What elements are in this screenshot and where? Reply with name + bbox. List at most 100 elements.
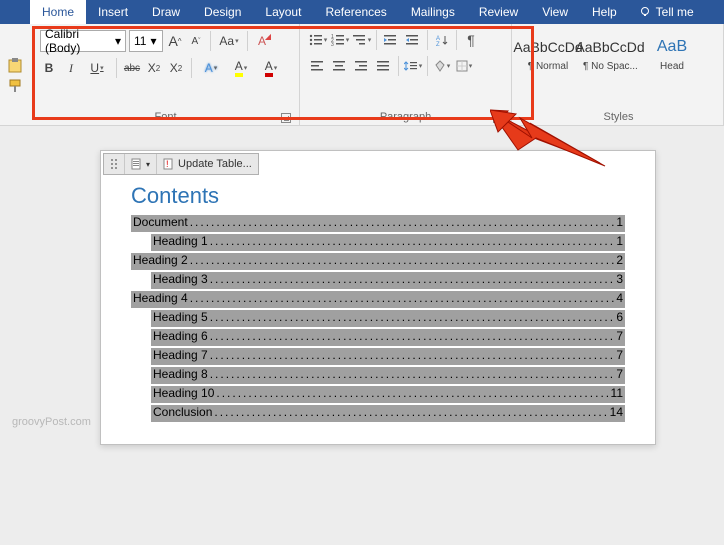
toc-entry-page: 7 <box>616 348 623 362</box>
toc-entry-text: Heading 10 <box>153 386 214 400</box>
toc-entry-text: Heading 8 <box>153 367 208 381</box>
toc-entry[interactable]: Document................................… <box>131 215 625 232</box>
toc-entry[interactable]: Heading 8...............................… <box>151 367 625 384</box>
tab-draw[interactable]: Draw <box>140 0 192 24</box>
underline-button[interactable]: U▾ <box>84 59 110 77</box>
bulb-icon <box>639 6 651 18</box>
strikethrough-button[interactable]: abc <box>123 59 141 77</box>
decrease-indent-button[interactable] <box>381 31 401 49</box>
show-marks-button[interactable]: ¶ <box>461 31 481 49</box>
toc-entry-text: Heading 3 <box>153 272 208 286</box>
clipboard-strip <box>0 24 32 125</box>
font-size-combo[interactable]: 11▾ <box>129 30 163 52</box>
toc-title[interactable]: Contents <box>131 183 625 209</box>
style-sample: AaBbCcDd <box>521 33 575 61</box>
toc-toolbar: ▾ !Update Table... <box>103 153 259 175</box>
toc-leader: ........................................… <box>210 310 615 324</box>
italic-button[interactable]: I <box>62 59 80 77</box>
toc-leader: ........................................… <box>190 291 615 305</box>
toc-entry-page: 1 <box>616 215 623 229</box>
tab-design[interactable]: Design <box>192 0 253 24</box>
font-dialog-launcher[interactable] <box>281 113 291 123</box>
toc-entry[interactable]: Heading 5...............................… <box>151 310 625 327</box>
justify-button[interactable] <box>374 57 394 75</box>
update-table-button[interactable]: !Update Table... <box>157 154 258 174</box>
increase-indent-button[interactable] <box>403 31 423 49</box>
toc-leader: ........................................… <box>210 329 615 343</box>
tab-layout[interactable]: Layout <box>253 0 313 24</box>
paragraph-group-label: Paragraph <box>308 109 503 125</box>
multilevel-list-button[interactable]: ▾ <box>352 31 372 49</box>
tab-review[interactable]: Review <box>467 0 530 24</box>
font-color-button[interactable]: A▾ <box>258 59 284 77</box>
align-right-button[interactable] <box>352 57 372 75</box>
toc-entry[interactable]: Heading 10..............................… <box>151 386 625 403</box>
toc-entry-page: 2 <box>616 253 623 267</box>
grow-font-button[interactable]: A^ <box>166 32 184 50</box>
toc-entry-page: 14 <box>610 405 623 419</box>
toc-leader: ........................................… <box>214 405 607 419</box>
style-sample: AaBbCcDd <box>583 33 637 61</box>
toc-entry[interactable]: Heading 1...............................… <box>151 234 625 251</box>
align-center-button[interactable] <box>330 57 350 75</box>
tab-view[interactable]: View <box>530 0 580 24</box>
toc-entry[interactable]: Heading 7...............................… <box>151 348 625 365</box>
table-of-contents: Contents Document.......................… <box>101 177 655 444</box>
numbering-button[interactable]: 123▾ <box>330 31 350 49</box>
style-head[interactable]: AaBHead <box>642 30 702 82</box>
chevron-down-icon: ▾ <box>115 34 121 48</box>
paragraph-dialog-launcher[interactable] <box>493 113 503 123</box>
paragraph-group: ▾ 123▾ ▾ AZ ¶ ▾ <box>300 24 512 125</box>
document-area: groovyPost.com ▾ !Update Table... Conten… <box>0 126 724 545</box>
styles-group: AaBbCcDd¶ NormalAaBbCcDd¶ No Spac...AaBH… <box>512 24 724 125</box>
toc-leader: ........................................… <box>210 367 615 381</box>
toc-entry[interactable]: Heading 4...............................… <box>131 291 625 308</box>
sort-button[interactable]: AZ <box>432 31 452 49</box>
toc-entry[interactable]: Heading 2...............................… <box>131 253 625 270</box>
document-page[interactable]: ▾ !Update Table... Contents Document....… <box>100 150 656 445</box>
tab-home[interactable]: Home <box>30 0 86 24</box>
toc-menu-button[interactable]: ▾ <box>125 154 157 174</box>
text-effects-button[interactable]: A▾ <box>198 59 224 77</box>
style-nospac[interactable]: AaBbCcDd¶ No Spac... <box>580 30 640 82</box>
font-name-combo[interactable]: Calibri (Body)▾ <box>40 30 126 52</box>
highlight-button[interactable]: A▾ <box>228 59 254 77</box>
align-left-button[interactable] <box>308 57 328 75</box>
tab-insert[interactable]: Insert <box>86 0 140 24</box>
toc-entry-page: 3 <box>616 272 623 286</box>
toc-entry[interactable]: Heading 3...............................… <box>151 272 625 289</box>
tab-mailings[interactable]: Mailings <box>399 0 467 24</box>
toc-entry-text: Document <box>133 215 188 229</box>
style-normal[interactable]: AaBbCcDd¶ Normal <box>518 30 578 82</box>
toc-entry-page: 7 <box>616 329 623 343</box>
tell-me[interactable]: Tell me <box>629 0 704 24</box>
ribbon-tabs: HomeInsertDrawDesignLayoutReferencesMail… <box>0 0 724 24</box>
style-name: Head <box>645 61 699 72</box>
superscript-button[interactable]: X2 <box>167 59 185 77</box>
subscript-button[interactable]: X2 <box>145 59 163 77</box>
clear-formatting-button[interactable]: A◢ <box>253 32 271 50</box>
toc-handle-button[interactable] <box>104 154 125 174</box>
shrink-font-button[interactable]: Aˇ <box>187 32 205 50</box>
bullets-button[interactable]: ▾ <box>308 31 328 49</box>
svg-text:!: ! <box>166 159 169 169</box>
style-sample: AaB <box>645 33 699 61</box>
svg-text:Z: Z <box>436 42 440 46</box>
toc-entry-text: Heading 2 <box>133 253 188 267</box>
style-name: ¶ Normal <box>521 61 575 72</box>
line-spacing-button[interactable]: ▾ <box>403 57 423 75</box>
toc-leader: ........................................… <box>216 386 608 400</box>
tab-help[interactable]: Help <box>580 0 629 24</box>
toc-entry-text: Heading 7 <box>153 348 208 362</box>
format-painter-icon[interactable] <box>6 78 26 94</box>
paste-icon[interactable] <box>6 58 26 74</box>
toc-entry[interactable]: Conclusion..............................… <box>151 405 625 422</box>
toc-entry-page: 7 <box>616 367 623 381</box>
toc-entry[interactable]: Heading 6...............................… <box>151 329 625 346</box>
font-group-label: Font <box>40 109 291 125</box>
borders-button[interactable]: ▾ <box>454 57 474 75</box>
shading-button[interactable]: ▾ <box>432 57 452 75</box>
bold-button[interactable]: B <box>40 59 58 77</box>
tab-references[interactable]: References <box>313 0 398 24</box>
change-case-button[interactable]: Aa▾ <box>216 32 242 50</box>
